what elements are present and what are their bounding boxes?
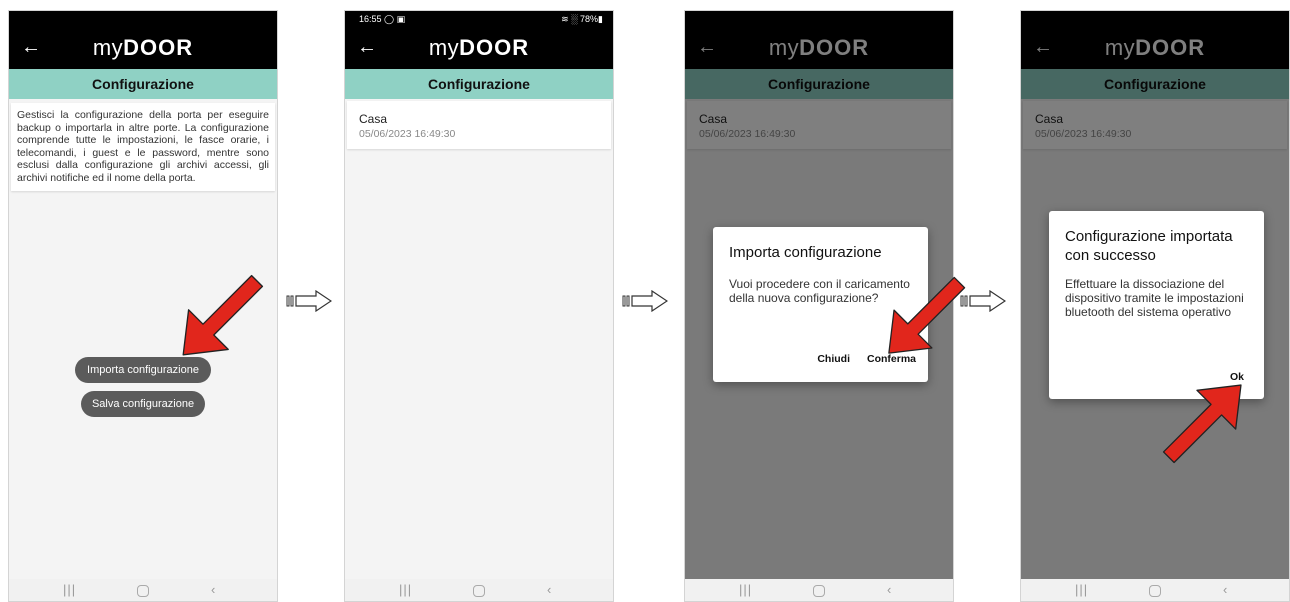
annotation-arrow-icon xyxy=(182,274,264,356)
system-nav-bar: ||| ‹ xyxy=(345,579,613,601)
annotation-arrow-icon xyxy=(888,276,966,354)
app-header: 16:55 ◯ ▣ ≋ ░ 78%▮ ← myDOOR xyxy=(345,11,613,69)
dialog-title: Importa configurazione xyxy=(729,244,882,261)
nav-back-icon[interactable]: ‹ xyxy=(1223,582,1227,598)
system-nav-bar: ||| ‹ xyxy=(1021,579,1289,601)
nav-back-icon[interactable]: ‹ xyxy=(887,582,891,598)
configuration-date: 05/06/2023 16:49:30 xyxy=(359,128,456,140)
app-logo: myDOOR xyxy=(92,35,194,60)
home-icon[interactable] xyxy=(1149,585,1161,597)
home-icon[interactable] xyxy=(473,585,485,597)
status-bar: 16:55 ◯ ▣ ≋ ░ 78%▮ xyxy=(345,11,613,27)
app-logo: myDOOR xyxy=(428,35,530,60)
dialog-message: Effettuare la dissociazione del disposit… xyxy=(1065,277,1244,319)
recent-apps-icon[interactable]: ||| xyxy=(739,582,752,598)
home-icon[interactable] xyxy=(137,585,149,597)
dialog-title: Configurazione importata con successo xyxy=(1065,228,1233,264)
nav-back-icon[interactable]: ‹ xyxy=(211,582,215,598)
description-card: Gestisci la configurazione della porta p… xyxy=(11,103,275,191)
flow-arrow-icon xyxy=(622,290,668,312)
phone-screen-success-dialog: ← myDOOR Configurazione Casa 05/06/2023 … xyxy=(1020,10,1290,602)
system-nav-bar: ||| ‹ xyxy=(9,579,277,601)
status-indicators: ≋ ░ 78%▮ xyxy=(561,14,603,24)
screen-title: Configurazione xyxy=(345,69,613,99)
configuration-name: Casa xyxy=(359,112,388,126)
save-configuration-button[interactable]: Salva configurazione xyxy=(81,391,205,417)
phone-screen-configuration-list: 16:55 ◯ ▣ ≋ ░ 78%▮ ← myDOOR Configurazio… xyxy=(344,10,614,602)
configuration-list-item[interactable]: Casa 05/06/2023 16:49:30 xyxy=(347,101,611,149)
close-button[interactable]: Chiudi xyxy=(817,353,850,365)
recent-apps-icon[interactable]: ||| xyxy=(63,582,76,598)
status-time: 16:55 ◯ ▣ xyxy=(359,14,406,24)
screen-title: Configurazione xyxy=(9,69,277,99)
home-icon[interactable] xyxy=(813,585,825,597)
recent-apps-icon[interactable]: ||| xyxy=(399,582,412,598)
app-header: ← myDOOR xyxy=(9,11,277,69)
recent-apps-icon[interactable]: ||| xyxy=(1075,582,1088,598)
nav-back-icon[interactable]: ‹ xyxy=(547,582,551,598)
import-success-dialog: Configurazione importata con successo Ef… xyxy=(1049,211,1264,399)
flow-arrow-icon xyxy=(286,290,332,312)
annotation-arrow-icon xyxy=(1162,384,1242,464)
system-nav-bar: ||| ‹ xyxy=(685,579,953,601)
